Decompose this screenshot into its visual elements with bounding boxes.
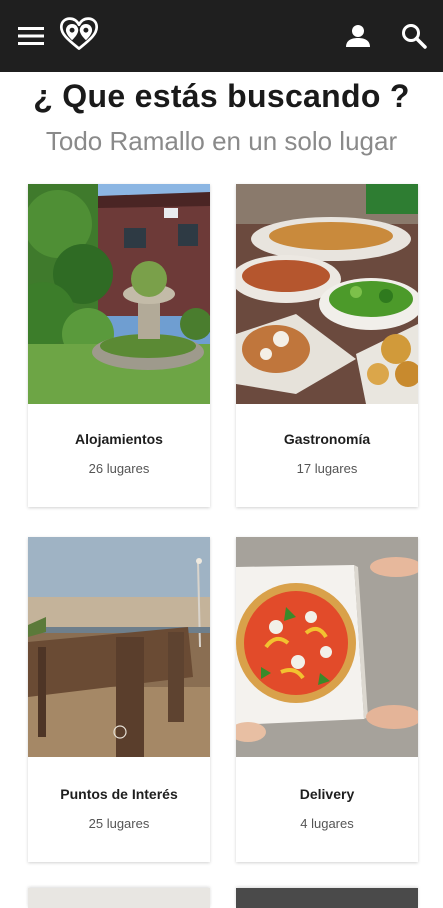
category-count: 25 lugares	[88, 816, 150, 831]
hamburger-menu-icon	[18, 27, 44, 45]
category-photo-alojamientos	[28, 184, 210, 404]
category-name: Delivery	[299, 786, 355, 802]
search-icon	[402, 24, 427, 49]
category-name: Gastronomía	[283, 431, 371, 447]
category-card-delivery[interactable]: Delivery 4 lugares	[236, 537, 418, 862]
category-name: Puntos de Interés	[60, 786, 178, 802]
category-count: 17 lugares	[296, 461, 358, 476]
page-title: ¿ Que estás buscando ?	[33, 78, 410, 114]
category-photo-puntos-de-interes	[28, 537, 210, 757]
page-subtitle: Todo Ramallo en un solo lugar	[45, 126, 398, 156]
user-icon	[346, 25, 370, 47]
category-card-gastronomia[interactable]: Gastronomía 17 lugares	[236, 184, 418, 507]
user-button[interactable]	[338, 16, 378, 56]
category-card-alojamientos[interactable]: Alojamientos 26 lugares	[28, 184, 210, 507]
category-count: 26 lugares	[88, 461, 150, 476]
category-photo-gastronomia	[236, 184, 418, 404]
category-card-partial[interactable]	[28, 888, 210, 908]
double-pin-heart-logo	[59, 17, 99, 50]
category-name: Alojamientos	[75, 431, 163, 447]
category-count: 4 lugares	[300, 816, 354, 831]
app-bar	[0, 0, 443, 72]
menu-button[interactable]	[11, 16, 51, 56]
category-card-partial[interactable]	[236, 888, 418, 908]
search-button[interactable]	[394, 16, 434, 56]
app-logo[interactable]	[59, 14, 99, 54]
category-photo-delivery	[236, 537, 418, 757]
category-card-puntos-de-interes[interactable]: Puntos de Interés 25 lugares	[28, 537, 210, 862]
